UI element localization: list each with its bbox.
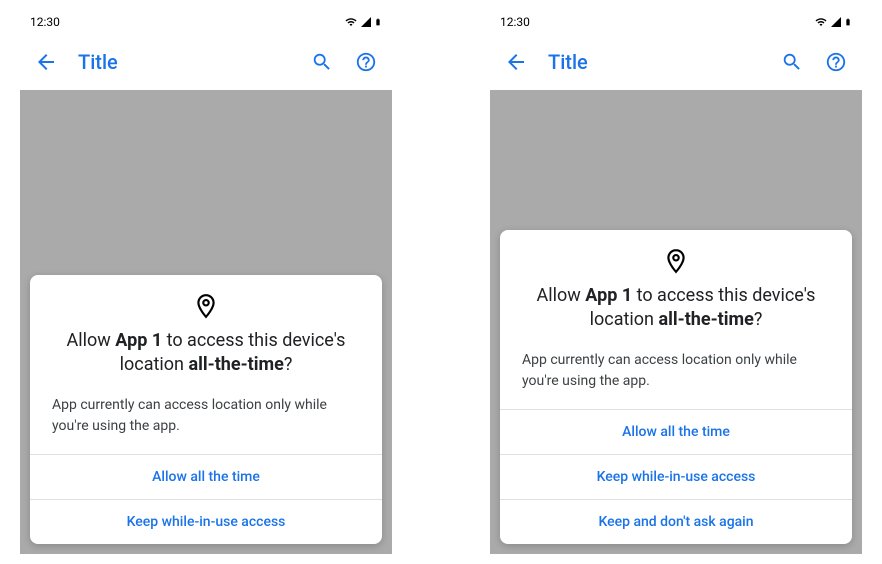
dialog-title: Allow App 1 to access this device's loca… bbox=[52, 329, 360, 378]
content-area: Allow App 1 to access this device's loca… bbox=[20, 90, 392, 554]
app-bar-title: Title bbox=[548, 50, 760, 74]
search-icon[interactable] bbox=[780, 50, 804, 74]
dialog-body-text: App currently can access location only w… bbox=[52, 395, 360, 436]
status-time: 12:30 bbox=[500, 15, 530, 29]
status-icons bbox=[344, 15, 382, 29]
phone-screen-left: 12:30 Title Allow App 1 to access this d… bbox=[20, 10, 392, 554]
app-bar: Title bbox=[20, 34, 392, 90]
keep-while-in-use-button[interactable]: Keep while-in-use access bbox=[500, 454, 852, 499]
status-time: 12:30 bbox=[30, 15, 60, 29]
battery-icon bbox=[374, 15, 382, 29]
help-icon[interactable] bbox=[824, 50, 848, 74]
back-arrow-icon[interactable] bbox=[34, 50, 58, 74]
back-arrow-icon[interactable] bbox=[504, 50, 528, 74]
app-bar: Title bbox=[490, 34, 862, 90]
location-pin-icon bbox=[52, 293, 360, 319]
signal-icon bbox=[830, 16, 842, 28]
signal-icon bbox=[360, 16, 372, 28]
search-icon[interactable] bbox=[310, 50, 334, 74]
status-bar: 12:30 bbox=[20, 10, 392, 34]
phone-screen-right: 12:30 Title Allow App 1 to access this d… bbox=[490, 10, 862, 554]
app-bar-title: Title bbox=[78, 50, 290, 74]
permission-dialog: Allow App 1 to access this device's loca… bbox=[500, 230, 852, 544]
help-icon[interactable] bbox=[354, 50, 378, 74]
dialog-body: App currently can access location only w… bbox=[500, 340, 852, 409]
status-bar: 12:30 bbox=[490, 10, 862, 34]
wifi-icon bbox=[344, 16, 358, 28]
permission-dialog: Allow App 1 to access this device's loca… bbox=[30, 275, 382, 544]
status-icons bbox=[814, 15, 852, 29]
location-pin-icon bbox=[522, 248, 830, 274]
dialog-body: App currently can access location only w… bbox=[30, 385, 382, 454]
keep-while-in-use-button[interactable]: Keep while-in-use access bbox=[30, 499, 382, 544]
dialog-header: Allow App 1 to access this device's loca… bbox=[500, 230, 852, 341]
allow-all-time-button[interactable]: Allow all the time bbox=[30, 454, 382, 499]
allow-all-time-button[interactable]: Allow all the time bbox=[500, 409, 852, 454]
content-area: Allow App 1 to access this device's loca… bbox=[490, 90, 862, 554]
dialog-title: Allow App 1 to access this device's loca… bbox=[522, 284, 830, 333]
dialog-header: Allow App 1 to access this device's loca… bbox=[30, 275, 382, 386]
wifi-icon bbox=[814, 16, 828, 28]
dialog-body-text: App currently can access location only w… bbox=[522, 350, 830, 391]
battery-icon bbox=[844, 15, 852, 29]
keep-dont-ask-button[interactable]: Keep and don't ask again bbox=[500, 499, 852, 544]
